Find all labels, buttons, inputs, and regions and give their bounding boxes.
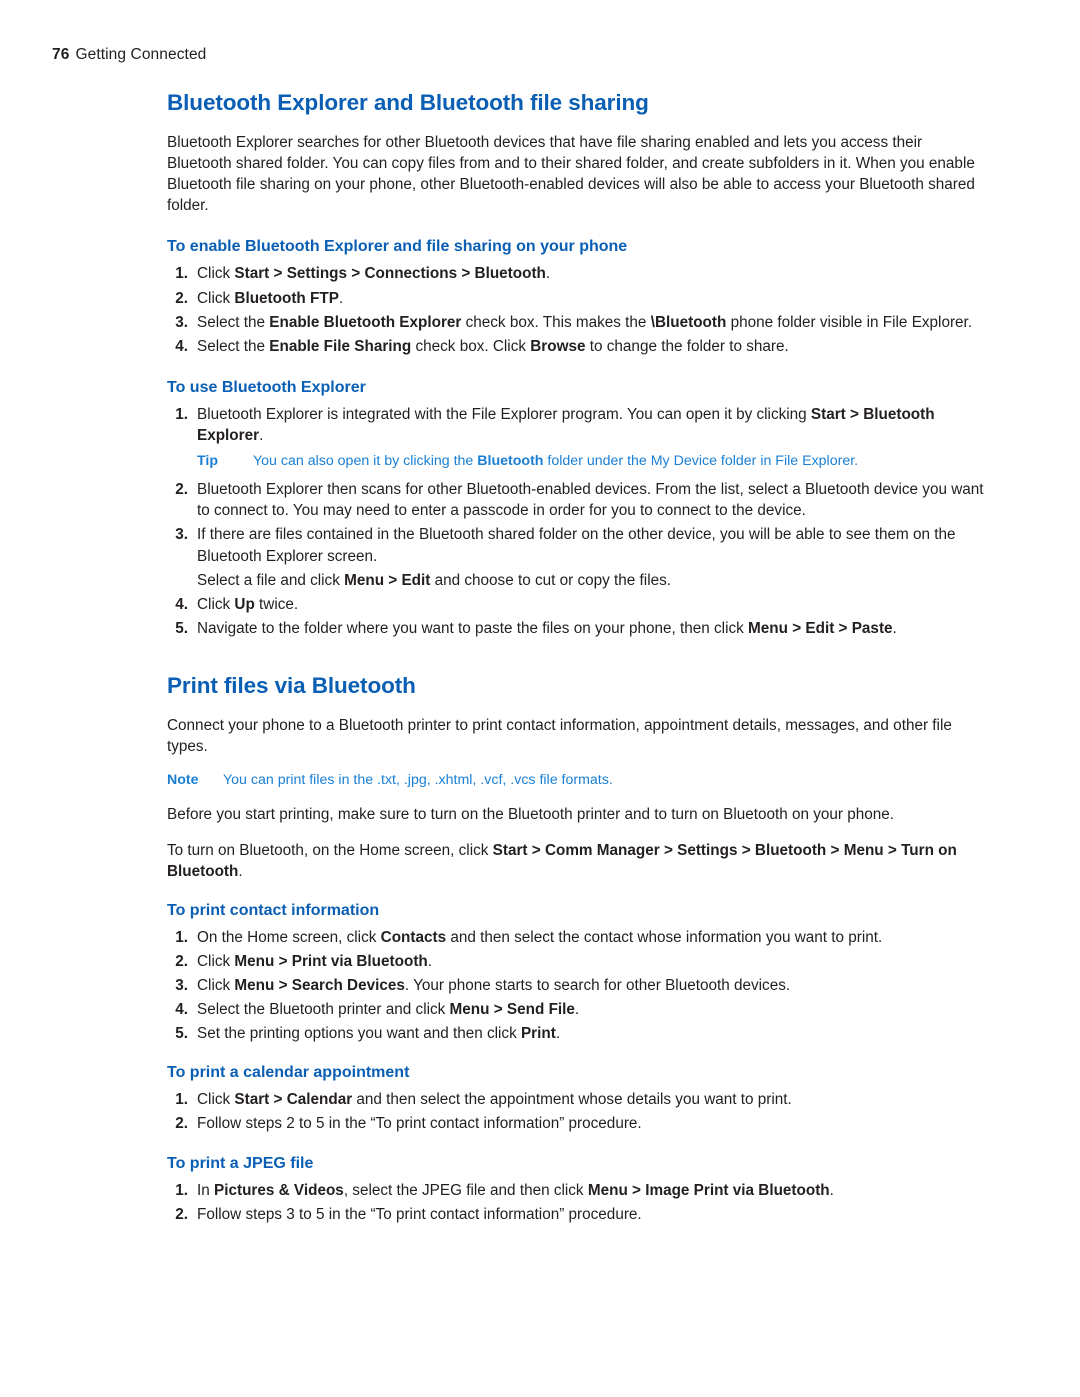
step-number: 3. [175,526,188,544]
step-text: Click Up twice. [197,595,299,613]
print-contact-steps-list: 1. On the Home screen, click Contacts an… [167,927,987,1045]
list-item: 1. Bluetooth Explorer is integrated with… [167,404,987,446]
list-item: 2. Bluetooth Explorer then scans for oth… [167,479,987,521]
enable-steps-list: 1. Click Start > Settings > Connections … [167,263,987,356]
print-files-intro: Connect your phone to a Bluetooth printe… [167,717,952,756]
turn-on-bluetooth-paragraph: To turn on Bluetooth, on the Home screen… [167,841,957,880]
list-item: 5. Set the printing options you want and… [167,1023,987,1044]
step-number: 1. [175,1091,188,1109]
list-item: 1. Click Start > Calendar and then selec… [167,1089,987,1110]
step-number: 1. [175,405,188,423]
step-number: 3. [175,976,188,994]
step-text: Set the printing options you want and th… [197,1025,561,1043]
tip-text: You can also open it by clicking the Blu… [253,453,859,470]
list-item: 1. Click Start > Settings > Connections … [167,263,987,284]
step-text: Follow steps 2 to 5 in the “To print con… [197,1115,642,1133]
step-number: 5. [175,619,188,637]
step-number: 2. [175,952,188,970]
list-item: 2. Click Bluetooth FTP. [167,288,987,309]
step-text: Follow steps 3 to 5 in the “To print con… [197,1205,642,1223]
step-text: Bluetooth Explorer then scans for other … [197,481,984,520]
tip-label: Tip [197,453,219,470]
step-text: In Pictures & Videos, select the JPEG fi… [197,1181,834,1199]
list-item: 2. Follow steps 3 to 5 in the “To print … [167,1204,987,1225]
before-printing-paragraph: Before you start printing, make sure to … [167,806,895,824]
step-number: 4. [175,1001,188,1019]
note-callout: Note You can print files in the .txt, .j… [167,771,987,790]
step-number: 1. [175,265,188,283]
step-text: Bluetooth Explorer is integrated with th… [197,405,935,444]
note-label: Note [167,772,199,789]
header-section-title: Getting Connected [75,46,207,63]
step-number: 4. [175,595,188,613]
bluetooth-explorer-intro: Bluetooth Explorer searches for other Bl… [167,134,975,215]
heading-print-calendar-appointment: To print a calendar appointment [167,1064,410,1082]
print-calendar-steps-list: 1. Click Start > Calendar and then selec… [167,1089,987,1134]
step-text: If there are files contained in the Blue… [197,526,956,565]
list-item: 1. In Pictures & Videos, select the JPEG… [167,1180,987,1201]
use-steps-list-part1: 1. Bluetooth Explorer is integrated with… [167,404,987,446]
step-text: On the Home screen, click Contacts and t… [197,928,883,946]
page-content: Bluetooth Explorer and Bluetooth file sh… [167,90,987,1228]
step-text: Select the Bluetooth printer and click M… [197,1001,580,1019]
page-header: 76 Getting Connected [52,46,206,64]
document-page: 76 Getting Connected Bluetooth Explorer a… [0,0,1080,1397]
step-number: 1. [175,928,188,946]
list-item: 4. Select the Bluetooth printer and clic… [167,999,987,1020]
tip-callout: Tip You can also open it by clicking the… [197,452,987,471]
list-item: 3. Select the Enable Bluetooth Explorer … [167,312,987,333]
heading-print-jpeg-file: To print a JPEG file [167,1154,314,1172]
step-text: Select the Enable File Sharing check box… [197,337,789,355]
section-title-bluetooth-explorer: Bluetooth Explorer and Bluetooth file sh… [167,90,649,115]
step-text: Select the Enable Bluetooth Explorer che… [197,313,973,331]
list-item: 4. Click Up twice. [167,594,987,615]
step-text: Click Menu > Search Devices. Your phone … [197,976,791,994]
step-text: Click Start > Settings > Connections > B… [197,265,551,283]
step-number: 2. [175,481,188,499]
note-text: You can print files in the .txt, .jpg, .… [223,772,613,789]
print-jpeg-steps-list: 1. In Pictures & Videos, select the JPEG… [167,1180,987,1225]
step-number: 3. [175,313,188,331]
step-number: 2. [175,1115,188,1133]
list-item: 5. Navigate to the folder where you want… [167,618,987,639]
section-title-print-files: Print files via Bluetooth [167,673,416,699]
use-steps-list-part2: 2. Bluetooth Explorer then scans for oth… [167,479,987,639]
step-number: 1. [175,1181,188,1199]
list-item: 2. Follow steps 2 to 5 in the “To print … [167,1113,987,1134]
step-text: Click Start > Calendar and then select t… [197,1091,792,1109]
page-number: 76 [52,46,70,63]
step-continuation-text: Select a file and click Menu > Edit and … [197,571,672,589]
step-text: Click Menu > Print via Bluetooth. [197,952,433,970]
step-text: Click Bluetooth FTP. [197,289,344,307]
list-item: 4. Select the Enable File Sharing check … [167,336,987,357]
heading-print-contact-information: To print contact information [167,901,380,919]
heading-enable-bluetooth-explorer: To enable Bluetooth Explorer and file sh… [167,238,628,256]
step-text: Navigate to the folder where you want to… [197,619,897,637]
list-item: 3. Click Menu > Search Devices. Your pho… [167,975,987,996]
list-item: 3. If there are files contained in the B… [167,524,987,566]
heading-use-bluetooth-explorer: To use Bluetooth Explorer [167,378,366,396]
step-number: 5. [175,1025,188,1043]
list-item: 1. On the Home screen, click Contacts an… [167,927,987,948]
step-number: 2. [175,289,188,307]
step-number: 4. [175,337,188,355]
list-item: 2. Click Menu > Print via Bluetooth. [167,951,987,972]
step-number: 2. [175,1205,188,1223]
